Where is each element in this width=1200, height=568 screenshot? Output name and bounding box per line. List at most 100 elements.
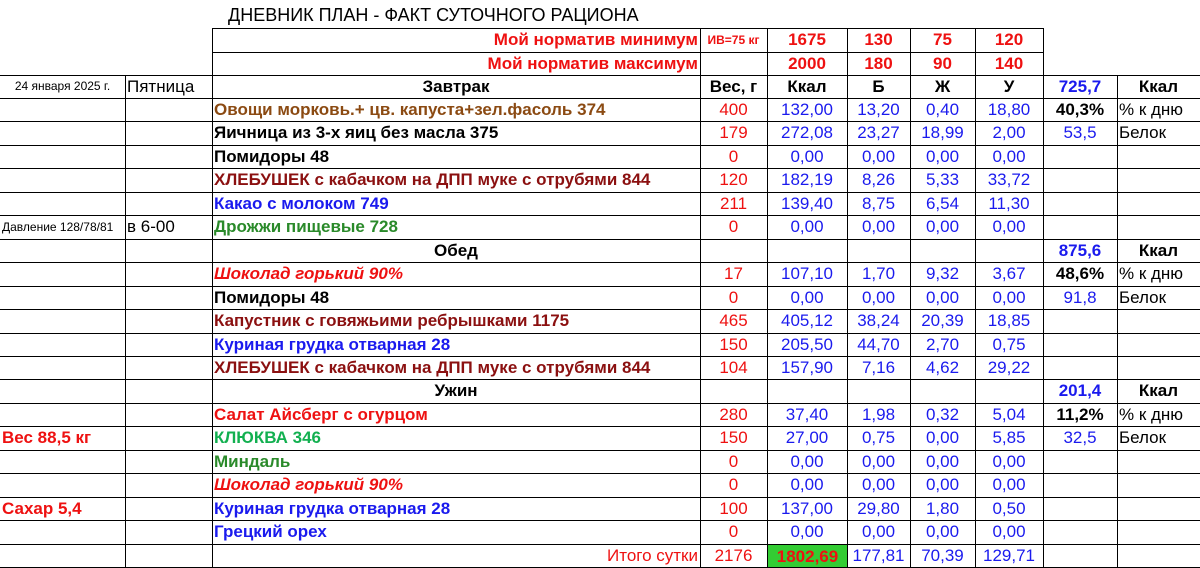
time-note[interactable]: в 6-00 — [127, 215, 210, 239]
sugar-note[interactable]: Сахар 5,4 — [2, 497, 123, 520]
food-name[interactable]: Куриная грудка отварная 28 — [214, 333, 698, 356]
food-zh[interactable]: 4,62 — [912, 356, 973, 379]
food-u[interactable]: 0,00 — [977, 450, 1041, 473]
norm-min-kcal[interactable]: 1675 — [769, 28, 845, 52]
food-weight[interactable]: 0 — [702, 215, 765, 239]
food-b[interactable]: 7,16 — [849, 356, 908, 379]
food-u[interactable]: 0,00 — [977, 520, 1041, 544]
food-name[interactable]: Куриная грудка отварная 28 — [214, 497, 698, 520]
u-header[interactable]: У — [977, 75, 1041, 98]
food-b[interactable]: 1,98 — [849, 403, 908, 426]
food-name[interactable]: Какао с молоком 749 — [214, 192, 698, 215]
b-header[interactable]: Б — [849, 75, 908, 98]
food-zh[interactable]: 1,80 — [912, 497, 973, 520]
food-b[interactable]: 1,70 — [849, 262, 908, 286]
dinner-kcal-total[interactable]: 201,4 — [1045, 379, 1115, 403]
food-weight[interactable]: 104 — [702, 356, 765, 379]
totals-b[interactable]: 177,81 — [849, 544, 908, 567]
food-u[interactable]: 3,67 — [977, 262, 1041, 286]
food-weight[interactable]: 17 — [702, 262, 765, 286]
food-kcal[interactable]: 27,00 — [769, 426, 845, 450]
food-zh[interactable]: 0,00 — [912, 145, 973, 168]
food-u[interactable]: 18,85 — [977, 309, 1041, 333]
food-zh[interactable]: 0,00 — [912, 450, 973, 473]
food-u[interactable]: 33,72 — [977, 168, 1041, 192]
food-weight[interactable]: 100 — [702, 497, 765, 520]
food-weight[interactable]: 0 — [702, 473, 765, 497]
food-kcal[interactable]: 157,90 — [769, 356, 845, 379]
food-weight[interactable]: 0 — [702, 145, 765, 168]
food-kcal[interactable]: 0,00 — [769, 286, 845, 309]
dinner-protein[interactable]: 32,5 — [1045, 426, 1115, 450]
food-weight[interactable]: 179 — [702, 121, 765, 145]
norm-max-kcal[interactable]: 2000 — [769, 52, 845, 75]
food-weight[interactable]: 120 — [702, 168, 765, 192]
food-zh[interactable]: 6,54 — [912, 192, 973, 215]
food-name[interactable]: Миндаль — [214, 450, 698, 473]
totals-weight[interactable]: 2176 — [702, 544, 765, 567]
lunch-pct-label[interactable]: % к дню — [1119, 262, 1198, 286]
date-cell[interactable]: 24 января 2025 г. — [2, 75, 123, 98]
zh-header[interactable]: Ж — [912, 75, 973, 98]
norm-min-zh[interactable]: 75 — [912, 28, 973, 52]
norm-min-u[interactable]: 120 — [977, 28, 1041, 52]
totals-kcal[interactable]: 1802,69 — [768, 545, 847, 567]
food-b[interactable]: 8,26 — [849, 168, 908, 192]
food-name[interactable]: КЛЮКВА 346 — [214, 426, 698, 450]
breakfast-header[interactable]: Завтрак — [214, 75, 698, 98]
food-u[interactable]: 11,30 — [977, 192, 1041, 215]
food-zh[interactable]: 0,00 — [912, 426, 973, 450]
food-u[interactable]: 5,04 — [977, 403, 1041, 426]
breakfast-pct-label[interactable]: % к дню — [1119, 98, 1198, 121]
food-name[interactable]: Помидоры 48 — [214, 286, 698, 309]
breakfast-protein-label[interactable]: Белок — [1119, 121, 1198, 145]
food-kcal[interactable]: 0,00 — [769, 145, 845, 168]
food-weight[interactable]: 0 — [702, 450, 765, 473]
food-kcal[interactable]: 37,40 — [769, 403, 845, 426]
dinner-pct[interactable]: 11,2% — [1045, 403, 1115, 426]
food-b[interactable]: 8,75 — [849, 192, 908, 215]
breakfast-pct[interactable]: 40,3% — [1045, 98, 1115, 121]
totals-zh[interactable]: 70,39 — [912, 544, 973, 567]
food-b[interactable]: 0,00 — [849, 286, 908, 309]
lunch-kcal-unit[interactable]: Ккал — [1119, 239, 1198, 262]
totals-u[interactable]: 129,71 — [977, 544, 1041, 567]
food-name[interactable]: ХЛЕБУШЕК с кабачком на ДПП муке с отрубя… — [214, 356, 698, 379]
food-weight[interactable]: 150 — [702, 333, 765, 356]
food-kcal[interactable]: 0,00 — [769, 473, 845, 497]
food-name[interactable]: Салат Айсберг с огурцом — [214, 403, 698, 426]
norm-max-u[interactable]: 140 — [977, 52, 1041, 75]
food-b[interactable]: 0,00 — [849, 473, 908, 497]
food-zh[interactable]: 0,00 — [912, 215, 973, 239]
food-u[interactable]: 0,50 — [977, 497, 1041, 520]
lunch-protein-label[interactable]: Белок — [1119, 286, 1198, 309]
food-u[interactable]: 0,00 — [977, 145, 1041, 168]
food-u[interactable]: 29,22 — [977, 356, 1041, 379]
food-zh[interactable]: 0,32 — [912, 403, 973, 426]
food-weight[interactable]: 465 — [702, 309, 765, 333]
food-b[interactable]: 44,70 — [849, 333, 908, 356]
dinner-kcal-unit[interactable]: Ккал — [1119, 379, 1198, 403]
food-b[interactable]: 0,00 — [849, 145, 908, 168]
weekday-cell[interactable]: Пятница — [127, 75, 210, 98]
food-zh[interactable]: 2,70 — [912, 333, 973, 356]
food-kcal[interactable]: 0,00 — [769, 520, 845, 544]
norm-max-label[interactable]: Мой норматив максимум — [214, 52, 698, 75]
food-b[interactable]: 38,24 — [849, 309, 908, 333]
food-weight[interactable]: 150 — [702, 426, 765, 450]
food-name[interactable]: ХЛЕБУШЕК с кабачком на ДПП муке с отрубя… — [214, 168, 698, 192]
dinner-header[interactable]: Ужин — [214, 379, 698, 403]
food-zh[interactable]: 0,00 — [912, 520, 973, 544]
weight-header[interactable]: Вес, г — [702, 75, 765, 98]
kcal-header[interactable]: Ккал — [769, 75, 845, 98]
dinner-pct-label[interactable]: % к дню — [1119, 403, 1198, 426]
food-zh[interactable]: 20,39 — [912, 309, 973, 333]
breakfast-protein[interactable]: 53,5 — [1045, 121, 1115, 145]
iv-value[interactable]: ИВ=75 кг — [702, 28, 765, 52]
weight-note[interactable]: Вес 88,5 кг — [2, 426, 123, 450]
food-weight[interactable]: 211 — [702, 192, 765, 215]
food-u[interactable]: 0,75 — [977, 333, 1041, 356]
food-weight[interactable]: 400 — [702, 98, 765, 121]
totals-label[interactable]: Итого сутки — [214, 544, 698, 567]
food-b[interactable]: 0,75 — [849, 426, 908, 450]
